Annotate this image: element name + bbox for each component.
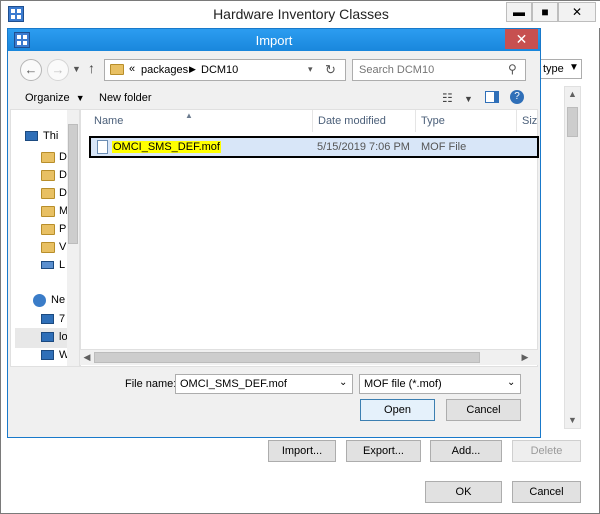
address-bar[interactable]: « packages ▶ DCM10 ▾ ↻	[104, 59, 346, 81]
nav-item-label: L	[59, 259, 66, 271]
back-button[interactable]: ←	[20, 59, 42, 81]
help-icon[interactable]: ?	[510, 90, 524, 104]
bg-titlebar: Hardware Inventory Classes ▬ ■ ✕	[1, 1, 600, 28]
file-type-filter[interactable]: MOF file (*.mof) ⌄	[359, 374, 521, 394]
chevron-down-icon[interactable]: ⌄	[339, 377, 347, 388]
folder-icon	[41, 224, 55, 235]
class-type-value: type	[543, 63, 564, 75]
dialog-close-button[interactable]: ✕	[505, 29, 538, 49]
nav-item-label: 7	[59, 313, 66, 325]
preview-pane-icon[interactable]	[485, 91, 499, 103]
navigation-pane: Thi D D D M P V L Ne 7 lo W	[10, 109, 80, 367]
nav-item-label: D	[59, 169, 67, 181]
folder-icon	[41, 206, 55, 217]
import-button[interactable]: Import...	[268, 440, 336, 462]
search-input[interactable]	[357, 62, 502, 78]
nav-item-label: D	[59, 151, 67, 163]
column-header-name[interactable]: Name	[89, 110, 313, 132]
scroll-right-icon[interactable]: ▶	[520, 352, 530, 363]
folder-icon	[41, 242, 55, 253]
computer-icon	[25, 131, 38, 141]
bg-vertical-scrollbar[interactable]: ▲ ▼	[564, 86, 581, 429]
mof-file-icon	[97, 140, 108, 154]
nav-item-label: V	[59, 241, 67, 253]
scroll-up-icon[interactable]: ▲	[565, 89, 580, 99]
nav-item-label: D	[59, 187, 67, 199]
column-header-size[interactable]: Siz	[517, 110, 539, 132]
class-type-dropdown[interactable]: type ▼	[538, 59, 582, 79]
file-name-text: OMCI_SMS_DEF.mof	[112, 141, 221, 153]
computer-icon	[41, 350, 54, 360]
close-button[interactable]: ✕	[558, 2, 596, 22]
import-dialog-title: Import	[255, 33, 293, 48]
column-header-date-modified[interactable]: Date modified	[313, 110, 416, 132]
chevron-down-icon: ⌄	[507, 377, 516, 388]
organize-label: Organize	[25, 92, 70, 104]
bg-cancel-button[interactable]: Cancel	[512, 481, 581, 503]
nav-item-label: Ne	[51, 294, 66, 306]
breadcrumb-packages[interactable]: packages	[141, 64, 188, 76]
maximize-icon: ■	[541, 5, 549, 19]
file-name-cell: OMCI_SMS_DEF.mof	[112, 141, 221, 153]
organize-menu[interactable]: Organize ▼	[25, 92, 85, 104]
column-header-type[interactable]: Type	[416, 110, 517, 132]
export-button[interactable]: Export...	[346, 440, 421, 462]
preview-pane-glyph	[494, 92, 498, 102]
breadcrumb-separator-icon: ▶	[189, 64, 196, 74]
up-arrow-icon[interactable]: ↑	[88, 60, 95, 76]
file-name-input[interactable]: OMCI_SMS_DEF.mof	[180, 378, 287, 390]
forward-arrow-icon: →	[51, 62, 65, 77]
computer-icon	[41, 332, 54, 342]
minimize-icon: ▬	[513, 5, 525, 19]
search-box[interactable]: ⚲	[352, 59, 526, 81]
view-options-chevron-icon[interactable]: ▼	[464, 94, 473, 104]
scroll-left-icon[interactable]: ◀	[82, 352, 92, 363]
network-icon	[33, 294, 46, 307]
h-scroll-thumb[interactable]	[94, 352, 480, 363]
ok-button[interactable]: OK	[425, 481, 502, 503]
folder-icon	[41, 188, 55, 199]
file-name-combo[interactable]: OMCI_SMS_DEF.mof ⌄	[175, 374, 353, 394]
breadcrumb-overflow[interactable]: «	[129, 63, 135, 75]
address-dropdown-icon[interactable]: ▾	[308, 64, 313, 75]
cancel-button[interactable]: Cancel	[446, 399, 521, 421]
change-view-icon[interactable]: ☷	[442, 91, 453, 105]
refresh-icon[interactable]: ↻	[325, 62, 336, 78]
close-icon: ✕	[515, 31, 528, 47]
nav-vertical-scrollbar[interactable]	[67, 110, 79, 366]
folder-icon	[110, 64, 124, 75]
folder-icon	[41, 152, 55, 163]
bg-scroll-thumb[interactable]	[567, 107, 578, 137]
minimize-button[interactable]: ▬	[506, 2, 532, 22]
open-button[interactable]: Open	[360, 399, 435, 421]
file-date-cell: 5/15/2019 7:06 PM	[317, 141, 410, 153]
file-list: ▲ Name Date modified Type Siz OMCI_SMS_D…	[80, 109, 539, 367]
breadcrumb-dcm10[interactable]: DCM10	[201, 64, 238, 76]
maximize-button[interactable]: ■	[532, 2, 558, 22]
file-horizontal-scrollbar[interactable]: ◀ ▶	[80, 349, 538, 365]
drive-icon	[41, 261, 54, 269]
recent-locations-chevron-icon[interactable]: ▼	[72, 64, 81, 74]
nav-item-label: Thi	[43, 130, 59, 142]
file-type-filter-value: MOF file (*.mof)	[364, 378, 442, 390]
new-folder-button[interactable]: New folder	[99, 92, 152, 104]
file-row[interactable]: OMCI_SMS_DEF.mof 5/15/2019 7:06 PM MOF F…	[89, 136, 539, 158]
file-name-label: File name:	[125, 378, 177, 390]
back-arrow-icon: ←	[24, 62, 38, 77]
folder-icon	[41, 170, 55, 181]
add-button[interactable]: Add...	[430, 440, 502, 462]
import-dialog: Import ✕ ← → ▼ ↑ « packages ▶ DCM10 ▾ ↻ …	[7, 28, 541, 438]
nav-scroll-thumb[interactable]	[68, 124, 78, 244]
delete-button[interactable]: Delete	[512, 440, 581, 462]
chevron-down-icon: ▼	[75, 93, 85, 103]
import-titlebar: Import ✕	[8, 29, 540, 51]
nav-item-label: P	[59, 223, 67, 235]
file-type-cell: MOF File	[421, 141, 467, 153]
computer-icon	[41, 314, 54, 324]
close-icon: ✕	[571, 5, 583, 19]
search-icon[interactable]: ⚲	[508, 62, 517, 76]
forward-button[interactable]: →	[47, 59, 69, 81]
scroll-down-icon[interactable]: ▼	[565, 415, 580, 425]
chevron-down-icon: ▼	[569, 62, 579, 73]
